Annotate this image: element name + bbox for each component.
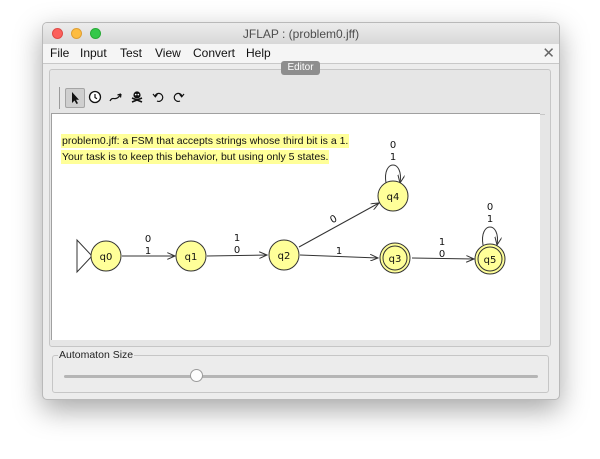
label-q0-q1-0[interactable]: 0: [145, 234, 151, 245]
jflap-window: JFLAP : (problem0.jff) File Input Test V…: [42, 22, 560, 400]
initial-state-marker: [76, 238, 93, 274]
state-create-icon: [88, 90, 102, 104]
menu-input[interactable]: Input: [80, 46, 107, 60]
label-q0-q1-1[interactable]: 1: [145, 246, 151, 257]
skull-icon: [131, 91, 143, 103]
label-q5-q5-0[interactable]: 0: [487, 202, 493, 213]
redo-button[interactable]: [170, 88, 190, 108]
label-q1-q2-0[interactable]: 1: [234, 233, 240, 244]
menu-convert[interactable]: Convert: [193, 46, 235, 60]
label-q3-q5-0[interactable]: 1: [439, 237, 445, 248]
arrow-pointer-icon: [72, 92, 79, 104]
state-q2[interactable]: q2: [268, 239, 300, 271]
label-q4-q4-1[interactable]: 1: [390, 152, 396, 163]
state-creator-tool[interactable]: [86, 88, 106, 108]
label-q3-q5-1[interactable]: 0: [439, 249, 445, 260]
state-q5-label: q5: [484, 255, 497, 266]
deleter-tool[interactable]: [128, 88, 148, 108]
state-q3-label: q3: [389, 254, 402, 265]
window-title: JFLAP : (problem0.jff): [242, 27, 360, 41]
state-q0[interactable]: q0: [90, 240, 122, 272]
editor-toolbar: [55, 84, 545, 115]
state-q4-label: q4: [387, 192, 400, 203]
automaton-diagram: 0 1 1 0 0 1 1 0 0 1 0 1 q0 q1 q2 q3 q4 q…: [76, 140, 506, 275]
state-q1[interactable]: q1: [175, 240, 207, 272]
state-q1-label: q1: [185, 252, 198, 263]
redo-icon: [173, 92, 185, 102]
transition-arrow-icon: [109, 93, 122, 102]
menu-test[interactable]: Test: [120, 46, 142, 60]
label-q1-q2-1[interactable]: 0: [234, 245, 240, 256]
state-q2-label: q2: [278, 251, 291, 262]
state-q3[interactable]: q3: [379, 242, 411, 274]
undo-button[interactable]: [149, 88, 169, 108]
menu-help[interactable]: Help: [246, 46, 271, 60]
transition-creator-tool[interactable]: [107, 88, 127, 108]
menu-view[interactable]: View: [155, 46, 181, 60]
label-q2-q4-0[interactable]: 0: [328, 213, 339, 226]
transition-q5-q5[interactable]: [482, 226, 498, 245]
automaton-size-slider-track[interactable]: [64, 375, 538, 378]
label-q4-q4-0[interactable]: 0: [390, 140, 396, 151]
automaton-size-panel: Automaton Size: [52, 349, 549, 393]
label-q5-q5-1[interactable]: 1: [487, 214, 493, 225]
toolbar-grip: [59, 87, 60, 109]
menu-file[interactable]: File: [50, 46, 69, 60]
undo-icon: [152, 92, 164, 102]
label-q2-q3-0[interactable]: 1: [336, 246, 342, 257]
editor-tab[interactable]: Editor: [281, 61, 320, 75]
automaton-canvas[interactable]: problem0.jff: a FSM that accepts strings…: [51, 113, 540, 340]
state-q4[interactable]: q4: [377, 180, 409, 212]
attribute-editor-tool[interactable]: [65, 88, 85, 108]
state-q0-label: q0: [100, 252, 113, 263]
automaton-size-label: Automaton Size: [58, 349, 135, 361]
title-bar: JFLAP : (problem0.jff): [43, 23, 559, 45]
transition-q2-q4[interactable]: [298, 203, 379, 248]
automaton-size-slider-thumb[interactable]: [190, 369, 204, 382]
transition-q4-q4[interactable]: [385, 164, 401, 183]
close-tab-icon[interactable]: ✕: [542, 44, 555, 62]
state-q5[interactable]: q5: [474, 243, 506, 275]
